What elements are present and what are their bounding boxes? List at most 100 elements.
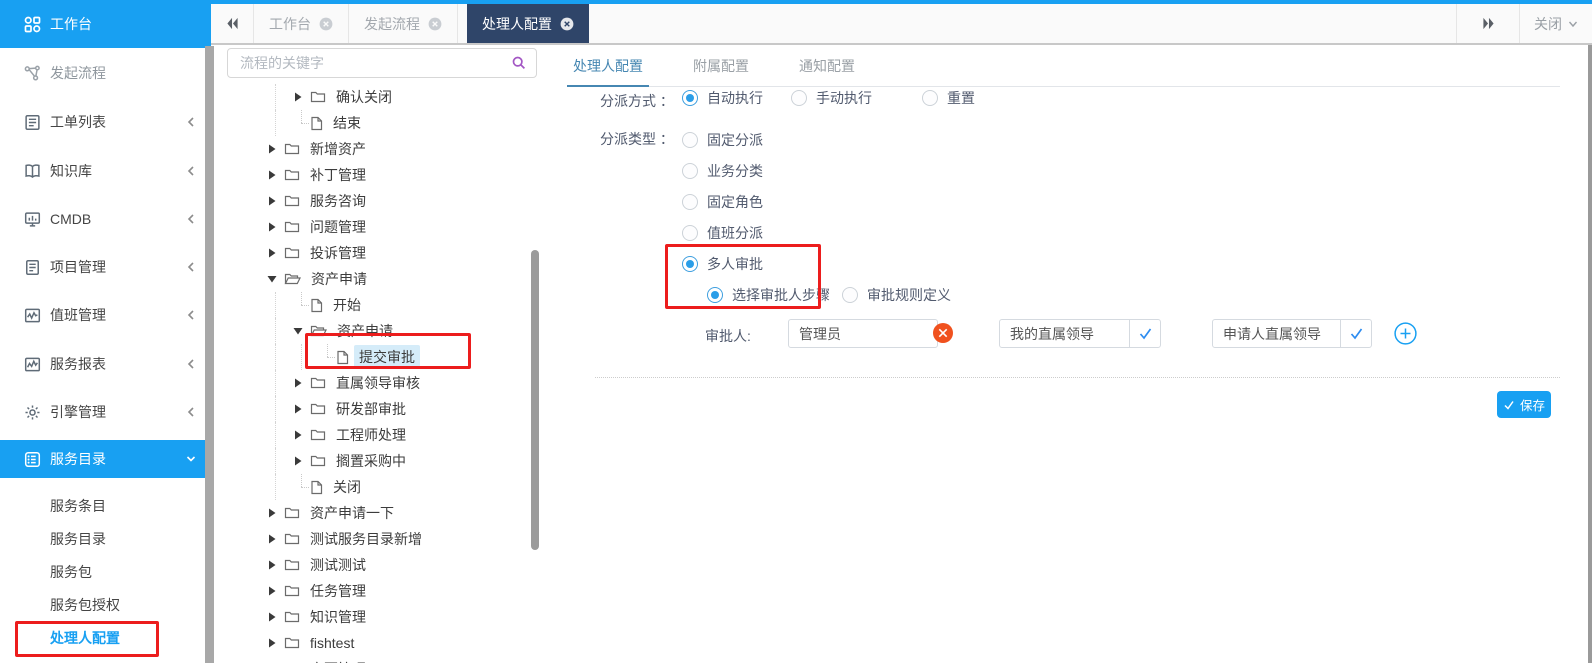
radio-自动执行[interactable] (682, 90, 698, 106)
approval-mode-option[interactable]: 审批规则定义 (842, 285, 951, 305)
tree-node-测试测试[interactable]: 测试测试 (219, 552, 545, 578)
tree-expand-arrow[interactable] (293, 92, 310, 102)
tree-node-工程师处理[interactable]: 工程师处理 (219, 422, 545, 448)
window-tab-工作台[interactable]: 工作台 (254, 4, 349, 43)
radio-固定分派[interactable] (682, 132, 698, 148)
dispatch-mode-option[interactable]: 手动执行 (791, 88, 872, 108)
dispatch-mode-option[interactable]: 重置 (922, 88, 975, 108)
tab-附属配置[interactable]: 附属配置 (687, 48, 755, 86)
tree-node-新增资产[interactable]: 新增资产 (219, 136, 545, 162)
tree-expand-arrow[interactable] (267, 196, 284, 206)
sidebar-subitem-处理人配置[interactable]: 处理人配置 (0, 621, 206, 654)
tree-node-知识管理[interactable]: 知识管理 (219, 604, 545, 630)
save-button[interactable]: 保存 (1497, 391, 1551, 418)
sidebar-item-CMDB[interactable]: CMDB (0, 195, 211, 243)
tree-expand-arrow[interactable] (267, 508, 284, 518)
sidebar-item-工作台[interactable]: 工作台 (0, 0, 211, 48)
tree-expand-arrow[interactable] (267, 560, 284, 570)
tree-expand-arrow[interactable] (267, 638, 284, 648)
tree-collapse-arrow[interactable] (267, 274, 284, 284)
sidebar-subitem-服务条目[interactable]: 服务条目 (0, 489, 206, 522)
dispatch-mode-option[interactable]: 自动执行 (682, 88, 763, 108)
radio-值班分派[interactable] (682, 225, 698, 241)
sidebar-item-服务报表[interactable]: 服务报表 (0, 340, 211, 388)
radio-业务分类[interactable] (682, 163, 698, 179)
search-icon[interactable] (511, 55, 527, 71)
tree-expand-arrow[interactable] (293, 456, 310, 466)
sidebar-item-服务目录[interactable]: 服务目录 (0, 440, 211, 478)
tree-node-关闭[interactable]: 关闭 (219, 474, 545, 500)
dispatch-type-option[interactable]: 多人审批 (682, 248, 763, 279)
confirm-approver-button[interactable] (1129, 320, 1160, 347)
tree-node-测试服务目录新增[interactable]: 测试服务目录新增 (219, 526, 545, 552)
confirm-approver-button[interactable] (1340, 320, 1371, 347)
add-approver-button[interactable] (1394, 322, 1417, 345)
tree-node-搁置采购中[interactable]: 搁置采购中 (219, 448, 545, 474)
tree-scrollbar[interactable] (531, 250, 539, 550)
tree-collapse-arrow[interactable] (293, 326, 310, 336)
tabs-scroll-left-button[interactable] (211, 4, 254, 43)
sidebar-subitem-服务目录[interactable]: 服务目录 (0, 522, 206, 555)
tree-expand-arrow[interactable] (267, 144, 284, 154)
close-circle-icon[interactable] (319, 17, 333, 31)
close-circle-icon[interactable] (428, 17, 442, 31)
tree-node-资产申请[interactable]: 资产申请 (219, 318, 545, 344)
tree-node-任务管理[interactable]: 任务管理 (219, 578, 545, 604)
radio-手动执行[interactable] (791, 90, 807, 106)
tree-node-结束[interactable]: 结束 (219, 110, 545, 136)
tree-expand-arrow[interactable] (267, 248, 284, 258)
close-menu-button[interactable]: 关闭 (1520, 4, 1592, 43)
tree-node-确认关闭[interactable]: 确认关闭 (219, 84, 545, 110)
tree-node-开始[interactable]: 开始 (219, 292, 545, 318)
dispatch-type-option[interactable]: 业务分类 (682, 155, 763, 186)
sidebar-scrollbar[interactable] (205, 46, 214, 663)
tree-node-问题管理[interactable]: 问题管理 (219, 214, 545, 240)
tree-node-研发部审批[interactable]: 研发部审批 (219, 396, 545, 422)
sidebar-item-发起流程[interactable]: 发起流程 (0, 49, 211, 97)
sidebar-item-工单列表[interactable]: 工单列表 (0, 98, 211, 146)
tree-node-补丁管理[interactable]: 补丁管理 (219, 162, 545, 188)
window-tab-处理人配置[interactable]: 处理人配置 (467, 4, 589, 43)
close-circle-icon[interactable] (560, 17, 574, 31)
sidebar-item-值班管理[interactable]: 值班管理 (0, 291, 211, 339)
tree-expand-arrow[interactable] (267, 534, 284, 544)
tree-node-变更管理[interactable]: 变更管理 (219, 656, 545, 663)
sidebar-item-引擎管理[interactable]: 引擎管理 (0, 388, 211, 436)
tree-node-label: 结束 (328, 111, 366, 135)
tree-expand-arrow[interactable] (267, 170, 284, 180)
tree-expand-arrow[interactable] (267, 586, 284, 596)
tab-通知配置[interactable]: 通知配置 (793, 48, 861, 86)
sidebar-item-知识库[interactable]: 知识库 (0, 147, 211, 195)
radio-重置[interactable] (922, 90, 938, 106)
tree-node-直属领导审核[interactable]: 直属领导审核 (219, 370, 545, 396)
sidebar-item-label: 知识库 (50, 161, 92, 181)
approval-mode-option[interactable]: 选择审批人步骤 (707, 285, 830, 305)
tree-expand-arrow[interactable] (267, 222, 284, 232)
tree-expand-arrow[interactable] (293, 378, 310, 388)
tree-expand-arrow[interactable] (293, 404, 310, 414)
dispatch-type-option[interactable]: 固定分派 (682, 124, 763, 155)
tree-expand-arrow[interactable] (267, 612, 284, 622)
tab-处理人配置[interactable]: 处理人配置 (567, 48, 649, 87)
tree-expand-arrow[interactable] (293, 430, 310, 440)
dispatch-type-option[interactable]: 固定角色 (682, 186, 763, 217)
dispatch-type-option[interactable]: 值班分派 (682, 217, 763, 248)
radio-审批规则定义[interactable] (842, 287, 858, 303)
tree-node-资产申请一下[interactable]: 资产申请一下 (219, 500, 545, 526)
tree-node-提交审批[interactable]: 提交审批 (219, 344, 545, 370)
tree-node-投诉管理[interactable]: 投诉管理 (219, 240, 545, 266)
sidebar-subitem-服务包授权[interactable]: 服务包授权 (0, 588, 206, 621)
sidebar-item-项目管理[interactable]: 项目管理 (0, 243, 211, 291)
tabs-scroll-right-button[interactable] (1456, 4, 1520, 43)
window-tab-发起流程[interactable]: 发起流程 (349, 4, 458, 43)
tree-node-fishtest[interactable]: fishtest (219, 630, 545, 656)
sidebar-subitem-服务包[interactable]: 服务包 (0, 555, 206, 588)
remove-approver-button[interactable] (933, 323, 953, 343)
radio-选择审批人步骤[interactable] (707, 287, 723, 303)
tree-node-服务咨询[interactable]: 服务咨询 (219, 188, 545, 214)
radio-固定角色[interactable] (682, 194, 698, 210)
main-scrollbar[interactable] (1588, 45, 1592, 663)
radio-多人审批[interactable] (682, 256, 698, 272)
tree-node-资产申请[interactable]: 资产申请 (219, 266, 545, 292)
search-input[interactable] (238, 54, 511, 72)
